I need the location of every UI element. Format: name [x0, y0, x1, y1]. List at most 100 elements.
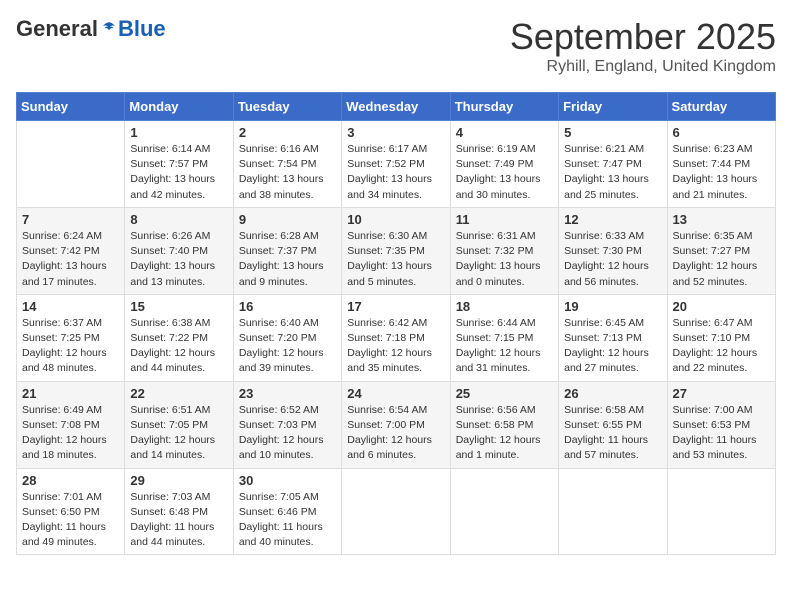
day-number: 19: [564, 299, 661, 314]
calendar-cell: [667, 468, 775, 555]
calendar-week-row: 1 Sunrise: 6:14 AM Sunset: 7:57 PM Daylig…: [17, 121, 776, 208]
day-detail: Sunrise: 6:49 AM Sunset: 7:08 PM Dayligh…: [22, 403, 119, 464]
day-detail: Sunrise: 6:42 AM Sunset: 7:18 PM Dayligh…: [347, 316, 444, 377]
day-number: 24: [347, 386, 444, 401]
day-detail: Sunrise: 6:19 AM Sunset: 7:49 PM Dayligh…: [456, 142, 553, 203]
day-detail: Sunrise: 7:01 AM Sunset: 6:50 PM Dayligh…: [22, 490, 119, 551]
calendar-week-row: 14 Sunrise: 6:37 AM Sunset: 7:25 PM Dayli…: [17, 294, 776, 381]
day-detail: Sunrise: 6:45 AM Sunset: 7:13 PM Dayligh…: [564, 316, 661, 377]
day-detail: Sunrise: 7:03 AM Sunset: 6:48 PM Dayligh…: [130, 490, 227, 551]
calendar-cell: 16Sunrise: 6:40 AM Sunset: 7:20 PM Dayli…: [233, 294, 341, 381]
day-detail: Sunrise: 6:37 AM Sunset: 7:25 PM Dayligh…: [22, 316, 119, 377]
calendar-cell: 27 Sunrise: 7:00 AM Sunset: 6:53 PM Dayli…: [667, 381, 775, 468]
calendar-cell: 22 Sunrise: 6:51 AM Sunset: 7:05 PM Dayli…: [125, 381, 233, 468]
day-number: 14: [22, 299, 119, 314]
logo: General Blue: [16, 16, 166, 42]
day-detail: Sunrise: 6:23 AM Sunset: 7:44 PM Dayligh…: [673, 142, 770, 203]
day-detail: Sunrise: 7:05 AM Sunset: 6:46 PM Dayligh…: [239, 490, 336, 551]
day-number: 8: [130, 212, 227, 227]
day-detail: Sunrise: 6:35 AM Sunset: 7:27 PM Dayligh…: [673, 229, 770, 290]
column-header-monday: Monday: [125, 93, 233, 121]
day-detail: Sunrise: 6:17 AM Sunset: 7:52 PM Dayligh…: [347, 142, 444, 203]
day-detail: Sunrise: 6:38 AM Sunset: 7:22 PM Dayligh…: [130, 316, 227, 377]
day-number: 23: [239, 386, 336, 401]
calendar-cell: 7Sunrise: 6:24 AM Sunset: 7:42 PM Daylig…: [17, 207, 125, 294]
day-detail: Sunrise: 6:51 AM Sunset: 7:05 PM Dayligh…: [130, 403, 227, 464]
calendar-cell: 1 Sunrise: 6:14 AM Sunset: 7:57 PM Daylig…: [125, 121, 233, 208]
day-number: 12: [564, 212, 661, 227]
day-number: 11: [456, 212, 553, 227]
day-number: 15: [130, 299, 227, 314]
calendar-cell: 28Sunrise: 7:01 AM Sunset: 6:50 PM Dayli…: [17, 468, 125, 555]
calendar-cell: 17 Sunrise: 6:42 AM Sunset: 7:18 PM Dayli…: [342, 294, 450, 381]
column-header-sunday: Sunday: [17, 93, 125, 121]
page-header: General Blue September 2025 Ryhill, Engl…: [16, 16, 776, 76]
day-detail: Sunrise: 6:26 AM Sunset: 7:40 PM Dayligh…: [130, 229, 227, 290]
logo-bird-icon: [100, 20, 118, 38]
calendar-cell: 23 Sunrise: 6:52 AM Sunset: 7:03 PM Dayli…: [233, 381, 341, 468]
calendar-cell: 12 Sunrise: 6:33 AM Sunset: 7:30 PM Dayli…: [559, 207, 667, 294]
calendar-cell: 24 Sunrise: 6:54 AM Sunset: 7:00 PM Dayli…: [342, 381, 450, 468]
day-detail: Sunrise: 6:56 AM Sunset: 6:58 PM Dayligh…: [456, 403, 553, 464]
day-detail: Sunrise: 6:52 AM Sunset: 7:03 PM Dayligh…: [239, 403, 336, 464]
day-number: 20: [673, 299, 770, 314]
day-number: 2: [239, 125, 336, 140]
day-detail: Sunrise: 7:00 AM Sunset: 6:53 PM Dayligh…: [673, 403, 770, 464]
calendar-cell: 9 Sunrise: 6:28 AM Sunset: 7:37 PM Daylig…: [233, 207, 341, 294]
day-number: 4: [456, 125, 553, 140]
calendar-cell: [17, 121, 125, 208]
calendar-cell: 25Sunrise: 6:56 AM Sunset: 6:58 PM Dayli…: [450, 381, 558, 468]
calendar-cell: 15 Sunrise: 6:38 AM Sunset: 7:22 PM Dayli…: [125, 294, 233, 381]
day-detail: Sunrise: 6:14 AM Sunset: 7:57 PM Dayligh…: [130, 142, 227, 203]
logo-general-text: General: [16, 16, 98, 42]
calendar-cell: [559, 468, 667, 555]
column-header-saturday: Saturday: [667, 93, 775, 121]
location-text: Ryhill, England, United Kingdom: [510, 58, 776, 76]
calendar-cell: 19 Sunrise: 6:45 AM Sunset: 7:13 PM Dayli…: [559, 294, 667, 381]
day-detail: Sunrise: 6:58 AM Sunset: 6:55 PM Dayligh…: [564, 403, 661, 464]
column-header-tuesday: Tuesday: [233, 93, 341, 121]
day-detail: Sunrise: 6:54 AM Sunset: 7:00 PM Dayligh…: [347, 403, 444, 464]
day-number: 1: [130, 125, 227, 140]
day-number: 30: [239, 473, 336, 488]
column-header-friday: Friday: [559, 93, 667, 121]
calendar-cell: 13 Sunrise: 6:35 AM Sunset: 7:27 PM Dayli…: [667, 207, 775, 294]
day-number: 13: [673, 212, 770, 227]
day-detail: Sunrise: 6:30 AM Sunset: 7:35 PM Dayligh…: [347, 229, 444, 290]
calendar-cell: 4 Sunrise: 6:19 AM Sunset: 7:49 PM Daylig…: [450, 121, 558, 208]
calendar-cell: 20Sunrise: 6:47 AM Sunset: 7:10 PM Dayli…: [667, 294, 775, 381]
calendar-cell: 21Sunrise: 6:49 AM Sunset: 7:08 PM Dayli…: [17, 381, 125, 468]
logo-blue-text: Blue: [118, 16, 166, 42]
day-detail: Sunrise: 6:28 AM Sunset: 7:37 PM Dayligh…: [239, 229, 336, 290]
calendar-week-row: 21Sunrise: 6:49 AM Sunset: 7:08 PM Dayli…: [17, 381, 776, 468]
calendar-cell: 29 Sunrise: 7:03 AM Sunset: 6:48 PM Dayli…: [125, 468, 233, 555]
calendar-table: SundayMondayTuesdayWednesdayThursdayFrid…: [16, 92, 776, 555]
day-number: 26: [564, 386, 661, 401]
calendar-cell: 14 Sunrise: 6:37 AM Sunset: 7:25 PM Dayli…: [17, 294, 125, 381]
day-detail: Sunrise: 6:44 AM Sunset: 7:15 PM Dayligh…: [456, 316, 553, 377]
day-number: 22: [130, 386, 227, 401]
day-number: 6: [673, 125, 770, 140]
month-title: September 2025: [510, 16, 776, 58]
calendar-cell: 11 Sunrise: 6:31 AM Sunset: 7:32 PM Dayli…: [450, 207, 558, 294]
day-number: 27: [673, 386, 770, 401]
day-number: 18: [456, 299, 553, 314]
calendar-cell: 5Sunrise: 6:21 AM Sunset: 7:47 PM Daylig…: [559, 121, 667, 208]
calendar-header-row: SundayMondayTuesdayWednesdayThursdayFrid…: [17, 93, 776, 121]
column-header-thursday: Thursday: [450, 93, 558, 121]
calendar-cell: 3 Sunrise: 6:17 AM Sunset: 7:52 PM Daylig…: [342, 121, 450, 208]
day-number: 29: [130, 473, 227, 488]
day-number: 10: [347, 212, 444, 227]
day-number: 9: [239, 212, 336, 227]
day-detail: Sunrise: 6:24 AM Sunset: 7:42 PM Dayligh…: [22, 229, 119, 290]
calendar-cell: [342, 468, 450, 555]
day-number: 17: [347, 299, 444, 314]
calendar-cell: 10 Sunrise: 6:30 AM Sunset: 7:35 PM Dayli…: [342, 207, 450, 294]
calendar-cell: 26 Sunrise: 6:58 AM Sunset: 6:55 PM Dayli…: [559, 381, 667, 468]
day-number: 3: [347, 125, 444, 140]
day-detail: Sunrise: 6:40 AM Sunset: 7:20 PM Dayligh…: [239, 316, 336, 377]
calendar-cell: [450, 468, 558, 555]
day-detail: Sunrise: 6:21 AM Sunset: 7:47 PM Dayligh…: [564, 142, 661, 203]
day-detail: Sunrise: 6:33 AM Sunset: 7:30 PM Dayligh…: [564, 229, 661, 290]
day-detail: Sunrise: 6:31 AM Sunset: 7:32 PM Dayligh…: [456, 229, 553, 290]
